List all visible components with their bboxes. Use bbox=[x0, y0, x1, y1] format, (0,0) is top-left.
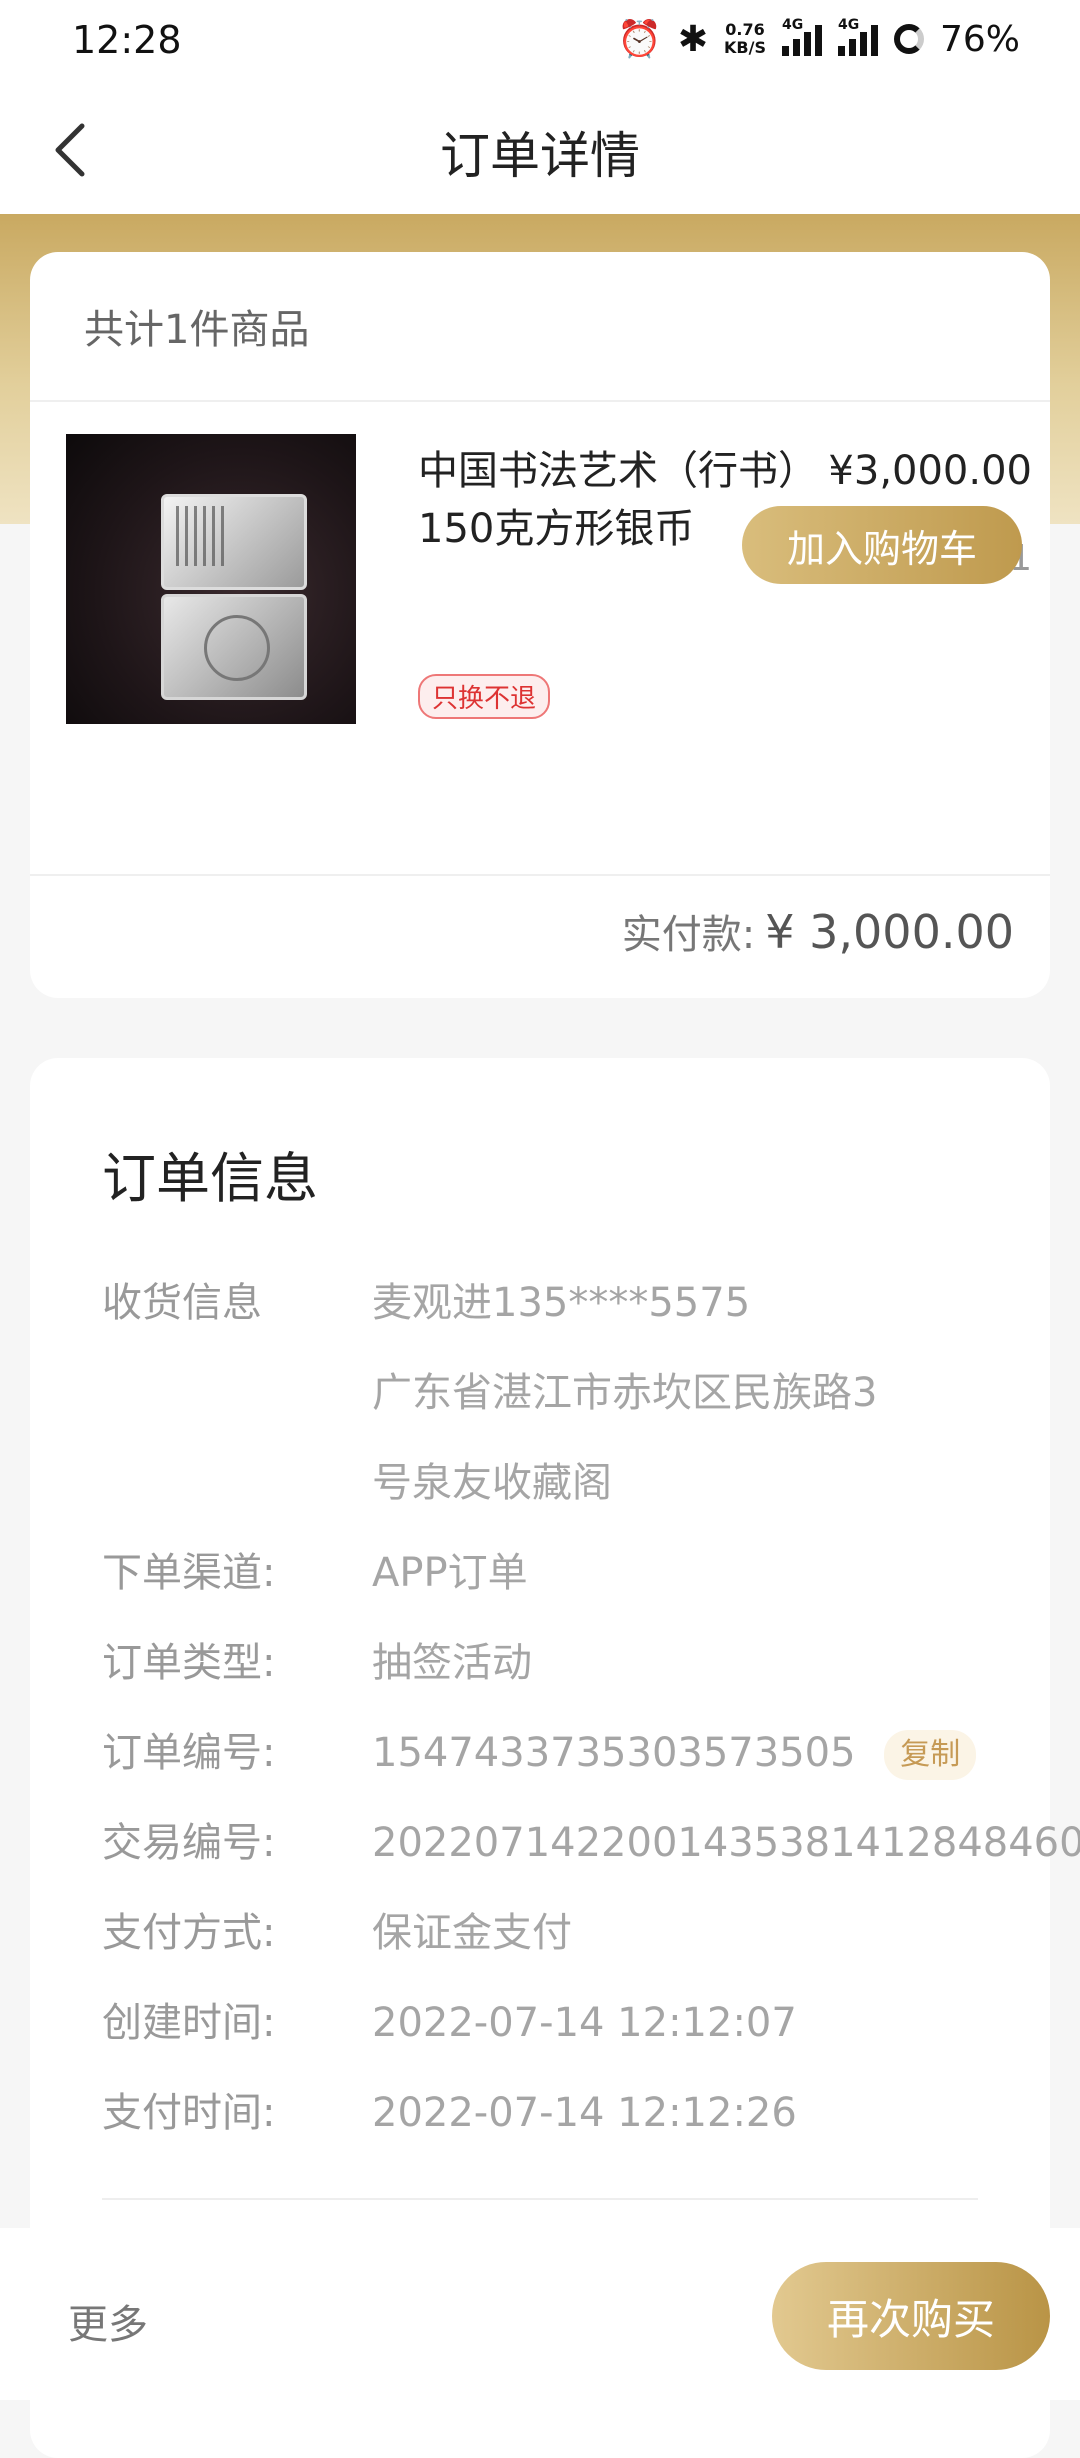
info-label: 订单类型: bbox=[102, 1640, 276, 1686]
info-value: 1547433735303573505 bbox=[372, 1730, 856, 1776]
add-to-cart-button[interactable]: 加入购物车 bbox=[742, 506, 1022, 584]
divider bbox=[102, 2198, 978, 2200]
nav-bar: 订单详情 bbox=[0, 84, 1080, 214]
receiver-info: 麦观进135****5575 广东省湛江市赤坎区民族路3 号泉友收藏阁 bbox=[372, 1258, 877, 1528]
battery-icon bbox=[893, 24, 924, 54]
copy-button[interactable]: 复制 bbox=[884, 1730, 977, 1780]
info-label: 支付方式: bbox=[102, 1910, 276, 1956]
receiver-address-line: 广东省湛江市赤坎区民族路3 bbox=[372, 1370, 878, 1416]
info-value: 抽签活动 bbox=[372, 1640, 532, 1686]
info-row-transaction-number: 交易编号: 2022071422001435381412848460 bbox=[102, 1798, 1080, 1888]
divider bbox=[30, 874, 1050, 876]
order-info-list: 收货信息 麦观进135****5575 广东省湛江市赤坎区民族路3 号泉友收藏阁… bbox=[102, 1258, 1080, 2158]
status-time: 12:28 bbox=[72, 18, 182, 62]
net-speed: 0.76 KB/S bbox=[724, 20, 766, 57]
battery-percent: 76% bbox=[939, 18, 1020, 60]
receiver-address-line: 号泉友收藏阁 bbox=[372, 1460, 612, 1506]
paid-amount: ¥ 3,000.00 bbox=[765, 905, 1014, 959]
info-value: 2022-07-14 12:12:07 bbox=[372, 2000, 797, 2046]
info-value: 2022-07-14 12:12:26 bbox=[372, 2090, 797, 2136]
receiver-name-phone: 麦观进135****5575 bbox=[372, 1280, 751, 1326]
info-label: 订单编号: bbox=[102, 1730, 276, 1776]
info-label: 创建时间: bbox=[102, 2000, 276, 2046]
info-row-receiver: 收货信息 麦观进135****5575 广东省湛江市赤坎区民族路3 号泉友收藏阁 bbox=[102, 1258, 1042, 1528]
signal-icon-2: 4G bbox=[837, 17, 878, 56]
alarm-icon: ⏰ bbox=[617, 19, 662, 60]
info-row-paid-time: 支付时间: 2022-07-14 12:12:26 bbox=[102, 2068, 1042, 2158]
info-row-payment-method: 支付方式: 保证金支付 bbox=[102, 1888, 1042, 1978]
info-label: 交易编号: bbox=[102, 1820, 276, 1866]
info-label: 收货信息 bbox=[102, 1280, 262, 1326]
info-value: 保证金支付 bbox=[372, 1910, 572, 1956]
no-return-badge: 只换不退 bbox=[418, 674, 551, 719]
info-row-created-time: 创建时间: 2022-07-14 12:12:07 bbox=[102, 1978, 1042, 2068]
products-card: 共计1件商品 中国书法艺术（行书）150克方形银币 ¥3,000.00 x1 只… bbox=[30, 252, 1050, 998]
info-value: 2022071422001435381412848460 bbox=[372, 1820, 1080, 1866]
product-image[interactable] bbox=[66, 434, 356, 724]
info-label: 下单渠道: bbox=[102, 1550, 276, 1596]
info-row-order-type: 订单类型: 抽签活动 bbox=[102, 1618, 1042, 1708]
buy-again-button[interactable]: 再次购买 bbox=[772, 2262, 1050, 2370]
more-button[interactable]: 更多 bbox=[68, 2292, 148, 2350]
order-info-title: 订单信息 bbox=[102, 1147, 318, 1210]
bottom-action-bar: 更多 再次购买 bbox=[0, 2228, 1080, 2400]
product-price: ¥3,000.00 bbox=[828, 448, 1032, 494]
info-row-order-number: 订单编号: 1547433735303573505 复制 bbox=[102, 1708, 1042, 1798]
order-number: 1547433735303573505 复制 bbox=[372, 1708, 977, 1798]
status-icons: ⏰ ✱ 0.76 KB/S 4G 4G 76% bbox=[617, 17, 1020, 60]
paid-label: 实付款: bbox=[621, 912, 756, 958]
page-title: 订单详情 bbox=[440, 127, 640, 185]
bluetooth-icon: ✱ bbox=[677, 18, 709, 60]
products-count: 共计1件商品 bbox=[30, 252, 1050, 402]
status-bar: 12:28 ⏰ ✱ 0.76 KB/S 4G 4G 76% bbox=[0, 0, 1080, 84]
signal-icon: 4G bbox=[781, 17, 822, 56]
info-row-channel: 下单渠道: APP订单 bbox=[102, 1528, 1042, 1618]
info-label: 支付时间: bbox=[102, 2090, 276, 2136]
paid-amount-row: 实付款: ¥ 3,000.00 bbox=[622, 902, 1014, 960]
info-value: APP订单 bbox=[372, 1550, 528, 1596]
